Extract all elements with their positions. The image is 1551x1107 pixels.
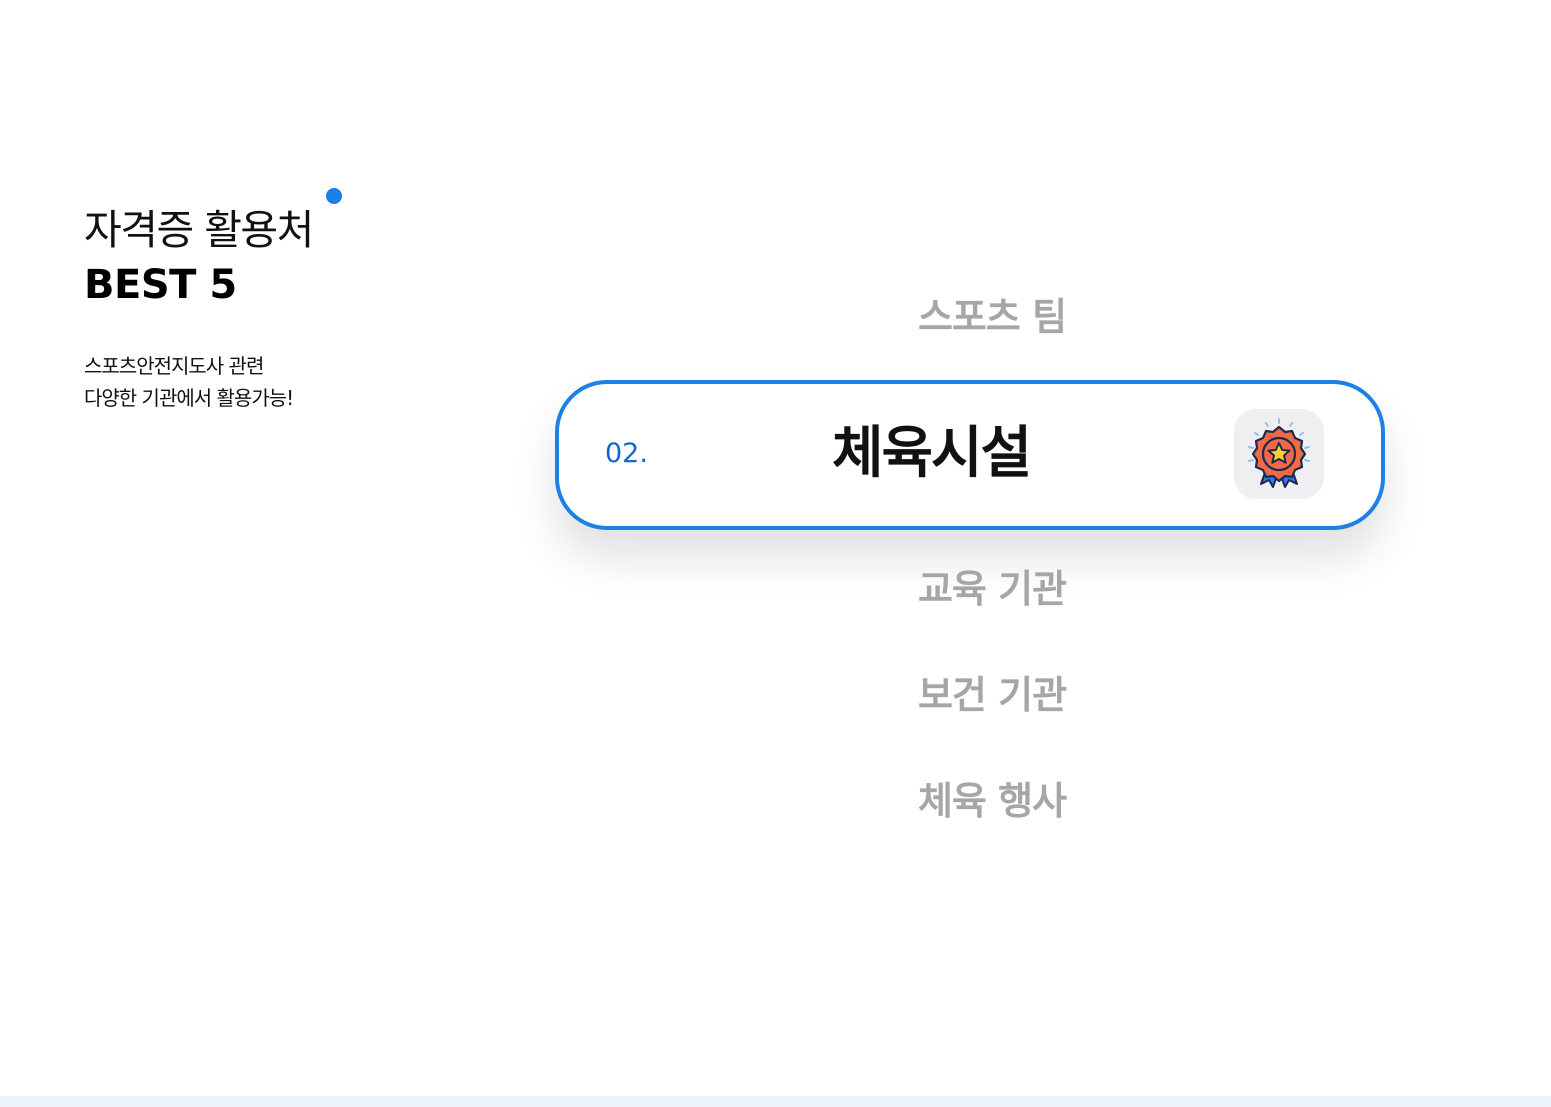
description-line-1: 스포츠안전지도사 관련 bbox=[84, 354, 264, 378]
active-list-item-sports-facility[interactable]: 02. 체육시설 bbox=[555, 380, 1385, 530]
list-item-health-institution[interactable]: 보건 기관 bbox=[918, 670, 1067, 720]
bottom-divider bbox=[0, 1096, 1551, 1107]
heading-title: 자격증 활용처 bbox=[84, 206, 314, 254]
section-heading: 자격증 활용처 BEST 5 bbox=[84, 202, 314, 312]
heading-best-5: BEST 5 bbox=[84, 262, 237, 308]
award-badge-icon bbox=[1234, 409, 1324, 499]
accent-dot-icon bbox=[326, 188, 342, 204]
section-description: 스포츠안전지도사 관련 다양한 기관에서 활용가능! bbox=[84, 350, 294, 414]
active-item-number: 02. bbox=[605, 438, 648, 469]
list-item-sports-event[interactable]: 체육 행사 bbox=[918, 776, 1067, 826]
description-line-2: 다양한 기관에서 활용가능! bbox=[84, 386, 294, 410]
list-item-sports-team[interactable]: 스포츠 팀 bbox=[918, 292, 1067, 342]
active-item-title: 체육시설 bbox=[831, 421, 1032, 486]
list-item-education-institution[interactable]: 교육 기관 bbox=[918, 564, 1067, 614]
